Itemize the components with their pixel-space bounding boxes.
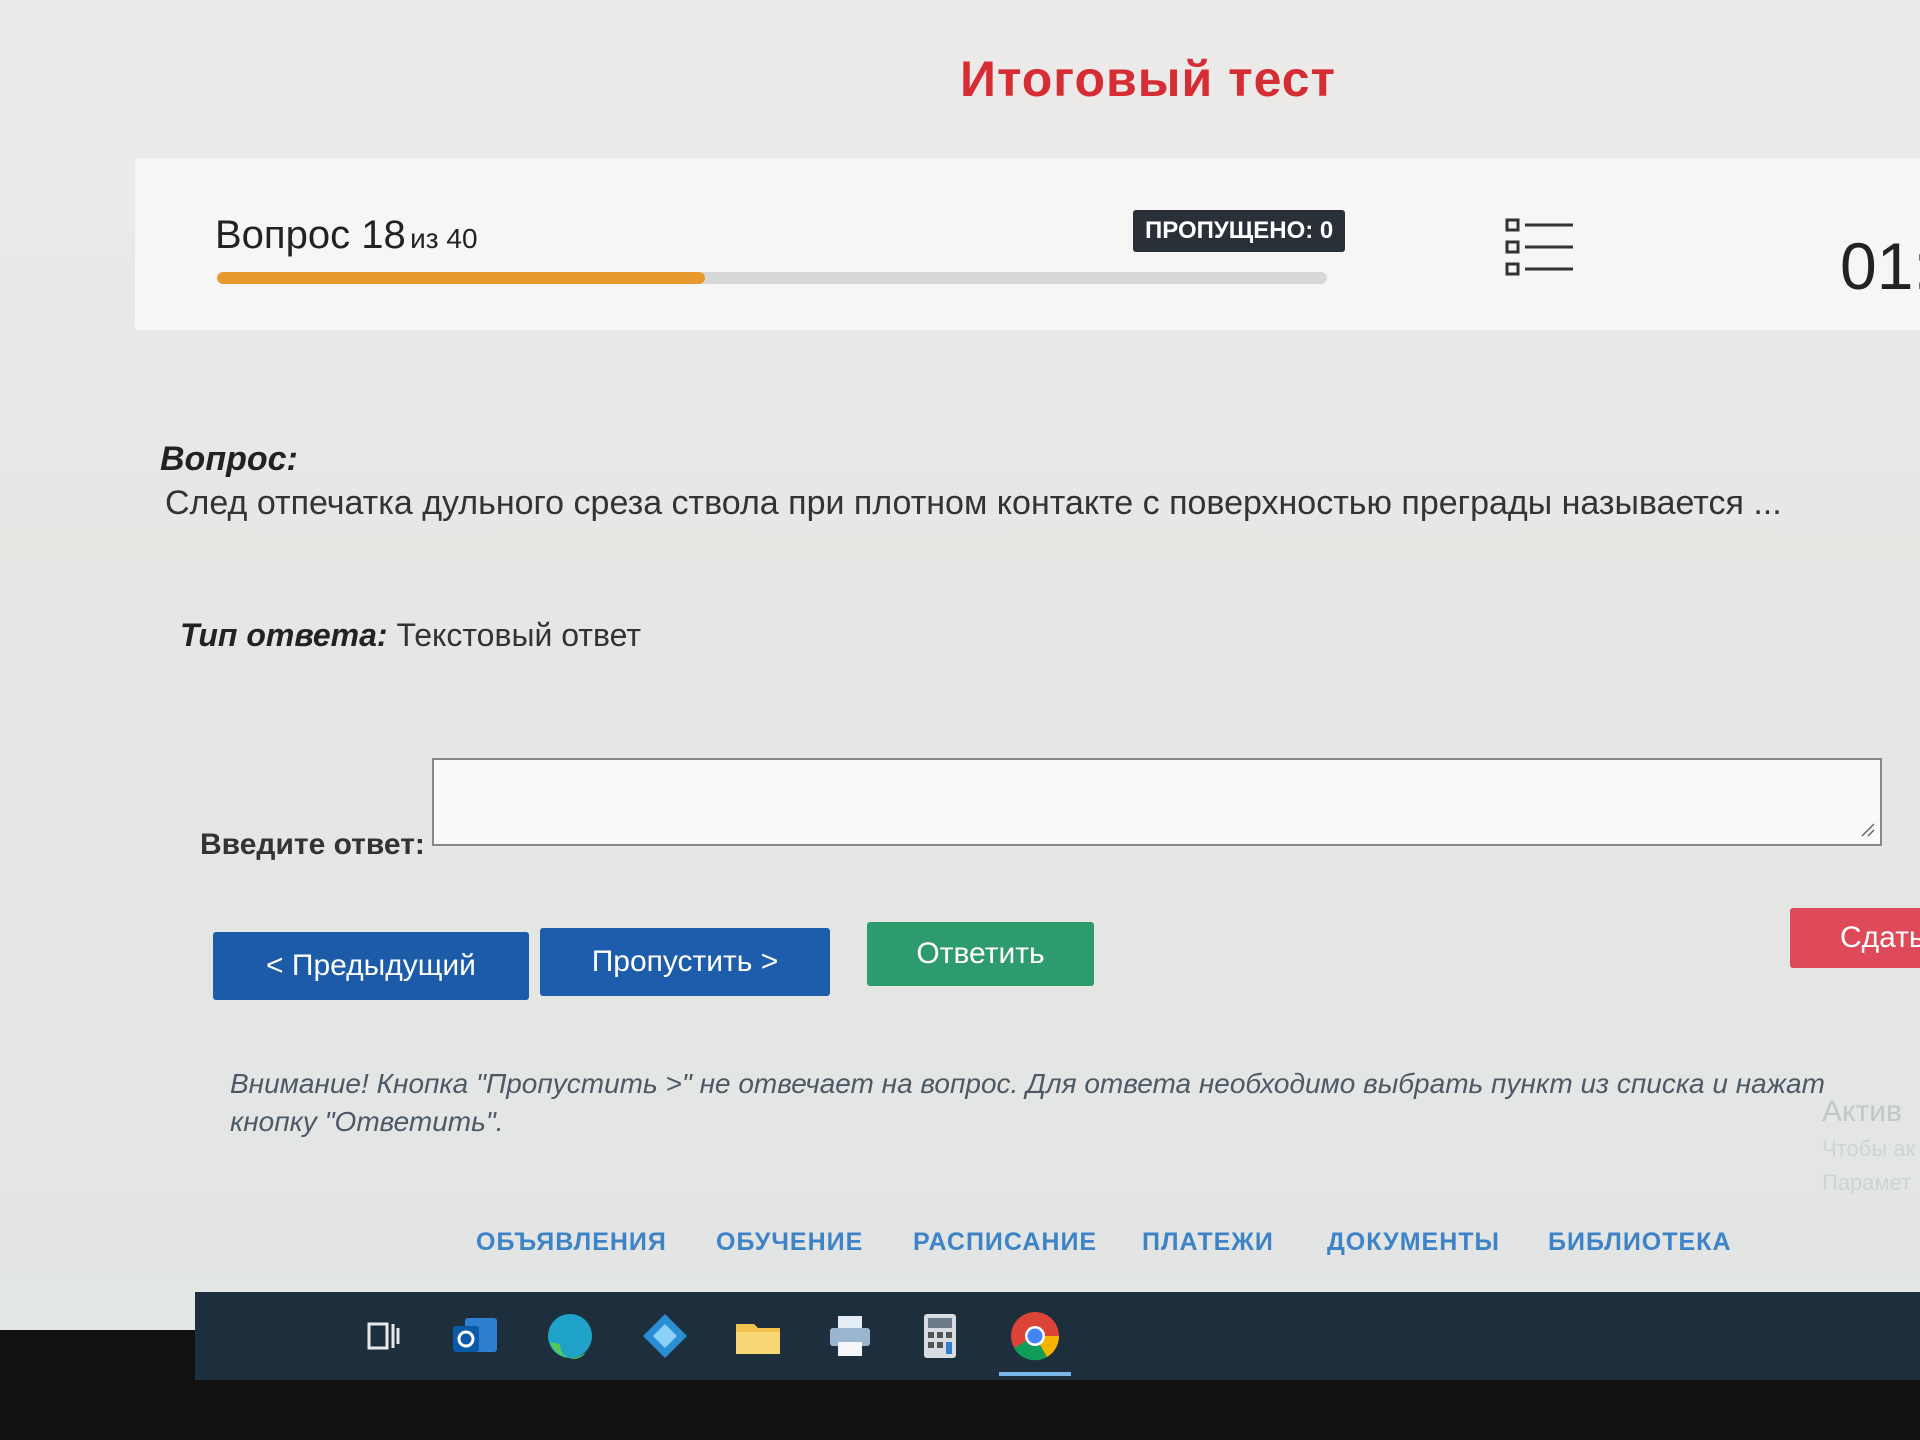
- test-page: Итоговый тест Вопрос 18 из 40 ПРОПУЩЕНО:…: [0, 0, 1920, 1330]
- question-list-icon[interactable]: [1505, 216, 1575, 278]
- skipped-badge: ПРОПУЩЕНО: 0: [1133, 210, 1346, 252]
- progress-panel: Вопрос 18 из 40 ПРОПУЩЕНО: 0 01:: [135, 158, 1920, 330]
- submit-test-button[interactable]: Сдать т: [1790, 908, 1920, 968]
- notice-line-2: кнопку "Ответить".: [230, 1106, 504, 1137]
- watermark-line-3: Парамет: [1822, 1170, 1912, 1195]
- footer-link-announcements[interactable]: ОБЪЯВЛЕНИЯ: [476, 1228, 667, 1257]
- page-title: Итоговый тест: [960, 51, 1337, 107]
- footer-link-library[interactable]: БИБЛИОТЕКА: [1548, 1228, 1732, 1257]
- task-view-icon[interactable]: [353, 1306, 413, 1366]
- outlook-icon[interactable]: [445, 1306, 505, 1366]
- resize-grip-icon[interactable]: [1858, 820, 1876, 838]
- file-explorer-icon[interactable]: [728, 1306, 788, 1366]
- answer-type-value: Текстовый ответ: [396, 617, 641, 653]
- answer-button[interactable]: Ответить: [867, 922, 1094, 986]
- chrome-icon[interactable]: [999, 1306, 1071, 1376]
- answer-type: Тип ответа: Текстовый ответ: [180, 617, 641, 654]
- calculator-icon[interactable]: [910, 1306, 970, 1366]
- printer-icon[interactable]: [820, 1306, 880, 1366]
- taskbar: [195, 1292, 1920, 1380]
- progress-bar-fill: [217, 272, 706, 284]
- watermark-line-2: Чтобы ак: [1822, 1136, 1916, 1161]
- footer-nav: ОБЪЯВЛЕНИЯ ОБУЧЕНИЕ РАСПИСАНИЕ ПЛАТЕЖИ Д…: [0, 1198, 1920, 1278]
- notice-text: Внимание! Кнопка "Пропустить >" не отвеч…: [230, 1065, 1920, 1141]
- footer-link-schedule[interactable]: РАСПИСАНИЕ: [913, 1228, 1097, 1257]
- watermark-line-1: Актив: [1822, 1095, 1902, 1128]
- previous-button[interactable]: < Предыдущий: [213, 932, 529, 1000]
- skip-button[interactable]: Пропустить >: [540, 928, 830, 996]
- activation-watermark: Актив Чтобы ак Парамет: [1822, 1092, 1915, 1200]
- edge-icon[interactable]: [540, 1306, 600, 1366]
- footer-link-learning[interactable]: ОБУЧЕНИЕ: [716, 1228, 863, 1257]
- question-label: Вопрос:: [160, 440, 298, 478]
- answer-input[interactable]: [432, 758, 1882, 846]
- progress-bar: [217, 272, 1327, 284]
- footer-link-documents[interactable]: ДОКУМЕНТЫ: [1327, 1228, 1500, 1257]
- question-number: Вопрос 18: [215, 213, 406, 257]
- question-text: След отпечатка дульного среза ствола при…: [165, 484, 1782, 522]
- question-counter: Вопрос 18 из 40: [215, 213, 478, 258]
- timer: 01:: [1840, 229, 1920, 303]
- question-total: из 40: [410, 223, 478, 254]
- footer-link-payments[interactable]: ПЛАТЕЖИ: [1142, 1228, 1274, 1257]
- answer-input-label: Введите ответ:: [200, 828, 425, 861]
- kodi-icon[interactable]: [635, 1306, 695, 1366]
- answer-type-label: Тип ответа:: [180, 617, 388, 653]
- notice-line-1: Внимание! Кнопка "Пропустить >" не отвеч…: [230, 1068, 1825, 1099]
